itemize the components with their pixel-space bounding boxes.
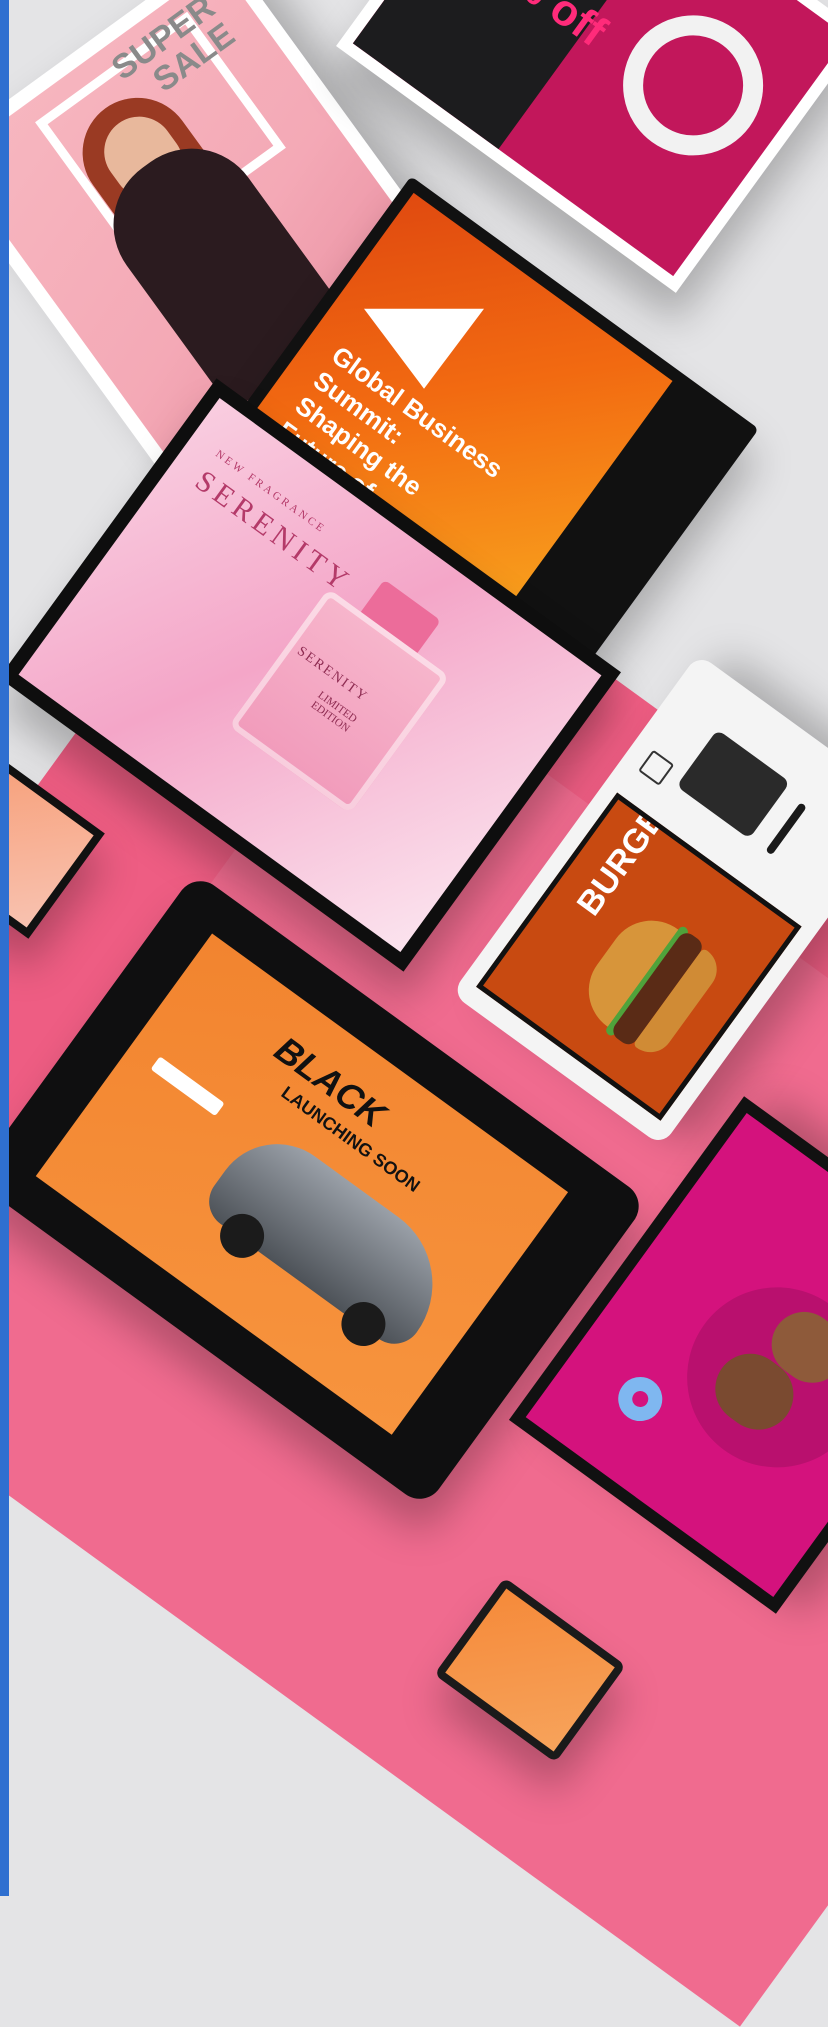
info-tag xyxy=(150,1056,225,1117)
scanner-icon xyxy=(638,749,675,786)
burger-title: BURGER xyxy=(569,792,688,923)
headphones-graphic xyxy=(595,0,791,184)
left-blue-edge xyxy=(0,0,9,1896)
card-reader xyxy=(676,729,791,839)
receipt-slot xyxy=(765,802,808,856)
serenity-brand: SERENITY xyxy=(189,464,359,600)
donut-icon xyxy=(609,1368,671,1430)
